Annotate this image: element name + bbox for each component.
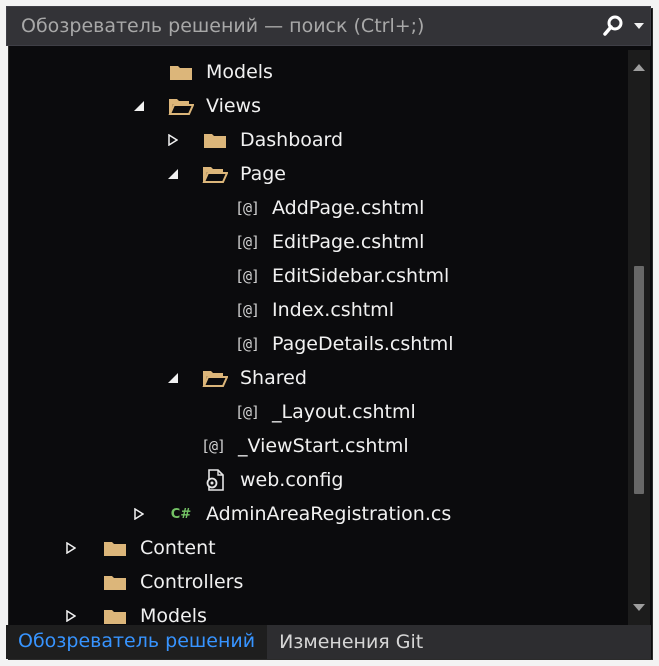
chevron-down-icon[interactable] bbox=[628, 7, 650, 45]
folder-icon bbox=[102, 605, 128, 625]
tree-item-label: web.config bbox=[240, 469, 344, 491]
folder-icon bbox=[202, 129, 228, 151]
collapsed-arrow-icon[interactable] bbox=[166, 133, 180, 147]
razor-file-icon: [@] bbox=[234, 403, 260, 421]
solution-tree: Models Views Dashboard Page [@] AddPage.… bbox=[6, 50, 626, 625]
folder-open-icon bbox=[202, 163, 228, 185]
folder-open-icon bbox=[168, 95, 194, 117]
vertical-scrollbar[interactable] bbox=[628, 50, 650, 625]
scrollbar-thumb[interactable] bbox=[634, 266, 644, 494]
folder-icon bbox=[102, 537, 128, 559]
collapsed-arrow-icon[interactable] bbox=[64, 609, 78, 623]
tree-item-label: Page bbox=[240, 163, 286, 185]
folder-icon bbox=[168, 61, 194, 83]
tree-item-label: Models bbox=[206, 61, 273, 83]
expanded-arrow-icon[interactable] bbox=[132, 99, 146, 113]
tree-item-label: Views bbox=[206, 95, 261, 117]
razor-file-icon: [@] bbox=[234, 301, 260, 319]
tree-item-label: Content bbox=[140, 537, 216, 559]
tree-item-label: _ViewStart.cshtml bbox=[238, 435, 409, 457]
expanded-arrow-icon[interactable] bbox=[166, 167, 180, 181]
tree-item-label: Shared bbox=[240, 367, 307, 389]
collapsed-arrow-icon[interactable] bbox=[132, 507, 146, 521]
razor-file-icon: [@] bbox=[234, 267, 260, 285]
folder-open-icon bbox=[202, 367, 228, 389]
config-file-icon bbox=[202, 469, 228, 491]
tree-item-label: Index.cshtml bbox=[272, 299, 394, 321]
razor-file-icon: [@] bbox=[234, 233, 260, 251]
scroll-up-arrow-icon[interactable] bbox=[628, 56, 650, 78]
razor-file-icon: [@] bbox=[234, 335, 260, 353]
tree-item-label: EditSidebar.cshtml bbox=[272, 265, 450, 287]
folder-icon bbox=[102, 571, 128, 593]
panel-tab-bar: Обозреватель решений Изменения Git bbox=[6, 625, 651, 659]
razor-file-icon: [@] bbox=[200, 437, 226, 455]
tree-item-label: Dashboard bbox=[240, 129, 344, 151]
search-bar[interactable] bbox=[6, 6, 651, 46]
search-input[interactable] bbox=[7, 7, 598, 45]
collapsed-arrow-icon[interactable] bbox=[64, 541, 78, 555]
csharp-file-icon: C# bbox=[170, 506, 192, 522]
scroll-down-arrow-icon[interactable] bbox=[628, 596, 650, 618]
tree-item-label: Controllers bbox=[140, 571, 244, 593]
expanded-arrow-icon[interactable] bbox=[166, 371, 180, 385]
tree-item-label: AdminAreaRegistration.cs bbox=[206, 503, 452, 525]
tree-item-label: EditPage.cshtml bbox=[272, 231, 425, 253]
tree-item-label: AddPage.cshtml bbox=[272, 197, 425, 219]
tree-item-label: PageDetails.cshtml bbox=[272, 333, 454, 355]
tree-item-label: _Layout.cshtml bbox=[272, 401, 416, 423]
tab-solution-explorer[interactable]: Обозреватель решений bbox=[6, 625, 268, 659]
tab-git-changes[interactable]: Изменения Git bbox=[267, 625, 435, 659]
razor-file-icon: [@] bbox=[234, 199, 260, 217]
tree-item-label: Models bbox=[140, 605, 207, 625]
search-icon[interactable] bbox=[598, 7, 628, 45]
